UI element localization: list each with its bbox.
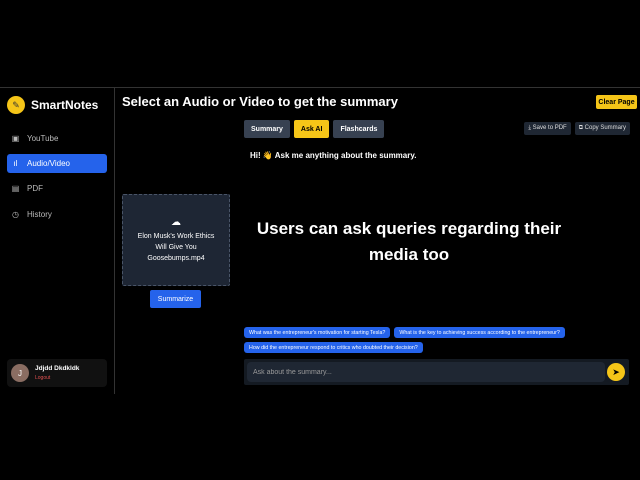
nav-label: PDF xyxy=(27,184,43,193)
clock-icon: ◷ xyxy=(12,210,19,219)
sidebar-item-pdf[interactable]: ▤ PDF xyxy=(7,179,107,198)
brand: ✎ SmartNotes xyxy=(7,96,98,114)
nav-label: Audio/Video xyxy=(27,159,70,168)
suggestion-chip[interactable]: How did the entrepreneur respond to crit… xyxy=(244,342,423,353)
chat-input-bar: ➤ xyxy=(244,359,629,385)
youtube-icon: ▣ xyxy=(11,134,20,143)
tab-summary[interactable]: Summary xyxy=(244,120,290,138)
chat-greeting: Hi! 👋 Ask me anything about the summary. xyxy=(250,151,417,160)
page-title: Select an Audio or Video to get the summ… xyxy=(122,94,398,109)
file-name: Elon Musk's Work Ethics Will Give You Go… xyxy=(137,232,215,262)
brand-name: SmartNotes xyxy=(31,98,99,112)
copy-summary-button[interactable]: ⧉ Copy Summary xyxy=(574,122,630,135)
suggestion-chip[interactable]: What is the key to achieving success acc… xyxy=(394,327,565,338)
sidebar-item-audio-video[interactable]: ıl Audio/Video xyxy=(7,154,107,173)
app: ✎ SmartNotes ▣ YouTube ıl Audio/Video ▤ PDF… xyxy=(0,87,640,394)
user-card: J Jdjdd Dkdkldk Logout xyxy=(7,359,107,387)
caption-overlay: Users can ask queries regarding their me… xyxy=(256,219,562,264)
upload-dropzone[interactable]: ☁ Elon Musk's Work Ethics Will Give You … xyxy=(122,194,230,286)
tab-flashcards[interactable]: Flashcards xyxy=(333,120,385,138)
save-pdf-button[interactable]: ⤓ Save to PDF xyxy=(524,122,571,135)
toolbar: ⤓ Save to PDF ⧉ Copy Summary xyxy=(524,122,630,135)
tabs: Summary Ask AI Flashcards xyxy=(244,120,385,138)
sidebar-item-history[interactable]: ◷ History xyxy=(7,205,107,224)
sidebar-item-youtube[interactable]: ▣ YouTube xyxy=(7,129,107,148)
chat-input[interactable] xyxy=(247,362,605,382)
user-name: Jdjdd Dkdkldk xyxy=(35,365,80,372)
summarize-button[interactable]: Summarize xyxy=(150,290,201,308)
send-icon[interactable]: ➤ xyxy=(607,363,625,381)
nav-label: YouTube xyxy=(27,134,59,143)
document-icon: ▤ xyxy=(11,184,20,193)
nav-label: History xyxy=(27,210,52,219)
clear-page-button[interactable]: Clear Page xyxy=(596,95,637,109)
audio-wave-icon: ıl xyxy=(13,159,18,168)
sidebar: ✎ SmartNotes ▣ YouTube ıl Audio/Video ▤ PDF… xyxy=(0,88,115,394)
logout-link[interactable]: Logout xyxy=(35,375,79,381)
suggestions: What was the entrepreneur's motivation f… xyxy=(244,327,624,353)
avatar: J xyxy=(11,364,29,382)
suggestion-chip[interactable]: What was the entrepreneur's motivation f… xyxy=(244,327,391,338)
logo-icon: ✎ xyxy=(7,96,25,114)
tab-ask-ai[interactable]: Ask AI xyxy=(293,120,330,138)
cloud-upload-icon: ☁ xyxy=(171,216,181,228)
